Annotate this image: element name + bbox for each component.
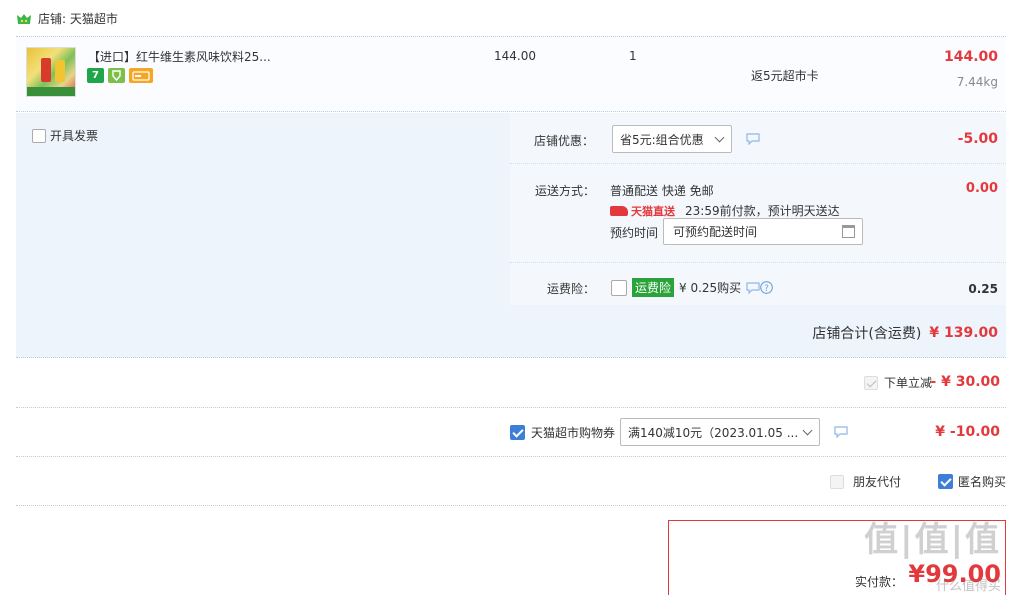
- subtotal-label: 店铺合计(含运费): [812, 326, 922, 342]
- message-icon[interactable]: [834, 426, 848, 438]
- tmall-cat-icon: [610, 205, 628, 216]
- order-options: 开具发票 店铺优惠： 省5元:组合优惠 -5.00 运送方式： 普通配送 快递 …: [16, 113, 1006, 358]
- product-badges: 7: [87, 68, 153, 83]
- shop-discount-value: 省5元:组合优惠: [620, 132, 704, 147]
- help-icon[interactable]: ?: [760, 281, 774, 294]
- insurance-label: 运费险：: [547, 282, 596, 296]
- coupon-checkbox[interactable]: [510, 425, 525, 440]
- instant-discount-label: 下单立减: [883, 376, 932, 390]
- invoice-checkbox[interactable]: [32, 128, 46, 143]
- insurance-amount: 0.25: [968, 282, 998, 296]
- instant-discount-option: 下单立减: [863, 374, 932, 391]
- watermark-site: 什么值得买: [935, 579, 1001, 594]
- insurance-price: ¥ 0.25购买: [679, 281, 742, 295]
- insurance-option[interactable]: 运费险 ¥ 0.25购买 ?: [611, 278, 774, 297]
- shipping-amount: 0.00: [965, 181, 998, 196]
- payment-label: 实付款：: [854, 575, 903, 589]
- instant-discount-checkbox: [863, 375, 878, 390]
- divider: [510, 163, 1006, 164]
- item-total: 144.00: [943, 49, 998, 65]
- chevron-down-icon: [802, 425, 813, 436]
- delivery-estimate: 23:59前付款，预计明天送达: [685, 204, 840, 218]
- anonymous-label: 匿名购买: [958, 475, 1007, 489]
- item-weight: 7.44kg: [956, 75, 998, 89]
- coupon-row: 天猫超市购物券 满140减10元（2023.01.05 ... ¥ -10.00: [16, 408, 1006, 457]
- coupon-label: 天猫超市购物券: [531, 426, 616, 440]
- product-thumbnail[interactable]: [26, 47, 76, 97]
- anonymous-checkbox[interactable]: [938, 474, 953, 489]
- invoice-label: 开具发票: [50, 129, 99, 143]
- coupon-select[interactable]: 满140减10元（2023.01.05 ...: [620, 418, 820, 446]
- watermark: 值|值|值: [864, 520, 1001, 560]
- unit-price: 144.00: [494, 49, 536, 63]
- store-name[interactable]: 店铺: 天猫超市: [38, 10, 118, 27]
- order-item-row: 【进口】红牛维生素风味饮料25... 7 144.00 1 返5元超市卡 144…: [16, 36, 1006, 112]
- insurance-tag: 运费险: [632, 278, 675, 297]
- invoice-option[interactable]: 开具发票: [32, 127, 98, 144]
- shop-discount-amount: -5.00: [957, 131, 998, 147]
- chevron-down-icon: [714, 132, 725, 143]
- divider: [510, 262, 1006, 263]
- rebate-text: 返5元超市卡: [751, 69, 819, 83]
- shipping-method: 普通配送 快递 免邮: [610, 184, 714, 198]
- friend-pay-label: 朋友代付: [853, 475, 902, 489]
- anonymous-option[interactable]: 匿名购买: [938, 473, 1006, 490]
- instant-discount-row: 下单立减 - ¥ 30.00: [16, 358, 1006, 408]
- pay-options-row: 朋友代付 匿名购买: [16, 457, 1006, 506]
- tmall-direct-label: 天猫直送: [631, 204, 675, 218]
- shop-discount-label: 店铺优惠：: [534, 134, 595, 148]
- shipping-direct-row: 天猫直送 23:59前付款，预计明天送达: [610, 202, 840, 219]
- subtotal-amount: ¥ 139.00: [929, 325, 998, 341]
- instant-discount-amount: - ¥ 30.00: [930, 374, 1000, 390]
- coupon-option[interactable]: 天猫超市购物券: [510, 424, 615, 441]
- product-title[interactable]: 【进口】红牛维生素风味饮料25...: [88, 48, 271, 65]
- coupon-amount: ¥ -10.00: [935, 424, 1000, 440]
- tmall-direct-badge: 天猫直送: [610, 203, 675, 219]
- calendar-icon[interactable]: [842, 225, 855, 238]
- seven-day-return-badge[interactable]: 7: [87, 68, 104, 83]
- svg-text:?: ?: [764, 284, 769, 294]
- insurance-checkbox[interactable]: [611, 279, 627, 296]
- quantity: 1: [629, 49, 637, 63]
- coupon-value: 满140减10元（2023.01.05 ...: [628, 425, 799, 440]
- message-icon[interactable]: [746, 133, 760, 145]
- message-icon[interactable]: [746, 281, 760, 294]
- store-header: 店铺: 天猫超市: [16, 10, 118, 27]
- reserve-time-value: 可预约配送时间: [673, 225, 758, 239]
- shop-discount-select[interactable]: 省5元:组合优惠: [612, 125, 732, 153]
- friend-pay-option[interactable]: 朋友代付: [830, 473, 901, 490]
- reserve-time-label: 预约时间: [610, 226, 659, 240]
- tmall-service-icon[interactable]: [108, 68, 125, 83]
- friend-pay-checkbox[interactable]: [830, 474, 844, 489]
- reserve-time-input[interactable]: 可预约配送时间: [663, 218, 863, 245]
- store-icon: [17, 13, 31, 24]
- card-payment-icon[interactable]: [129, 68, 153, 83]
- store-subtotal: 店铺合计(含运费) ¥ 139.00: [812, 323, 998, 343]
- shipping-label: 运送方式：: [535, 184, 596, 198]
